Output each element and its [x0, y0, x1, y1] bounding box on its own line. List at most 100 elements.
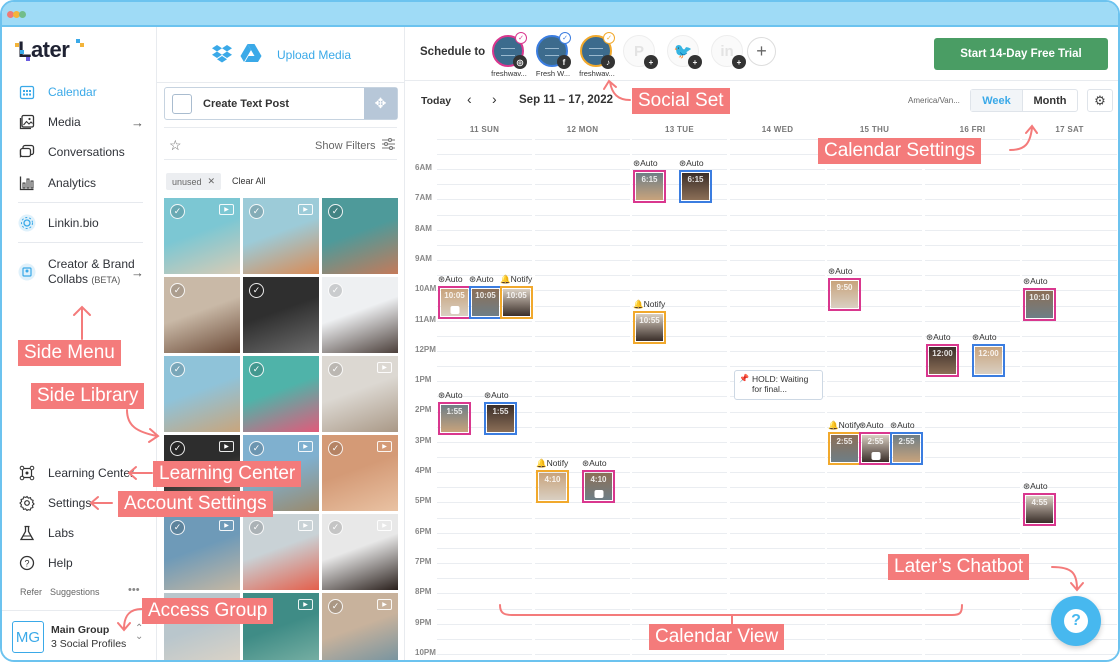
chevron-right-icon[interactable]: ›	[492, 91, 497, 107]
media-thumbnail[interactable]: ✓	[164, 277, 240, 353]
select-checkbox-icon[interactable]: ✓	[328, 599, 343, 614]
scheduled-post[interactable]: 2:55	[859, 432, 892, 466]
more-options-icon[interactable]: •••	[128, 584, 140, 596]
scheduled-post[interactable]: 10:10	[1023, 288, 1056, 322]
media-thumbnail[interactable]: ✓▶	[322, 356, 398, 432]
select-checkbox-icon[interactable]: ✓	[328, 520, 343, 535]
close-icon[interactable]: ✕	[208, 176, 216, 187]
select-checkbox-icon[interactable]: ✓	[249, 362, 264, 377]
media-thumbnail[interactable]: ✓▶	[322, 593, 398, 660]
scheduled-post[interactable]: 4:10	[536, 470, 569, 504]
media-thumbnail[interactable]: ✓▶	[322, 514, 398, 590]
social-profile-linkedin[interactable]: in +	[711, 35, 746, 69]
filter-chip-unused[interactable]: unused ✕	[166, 173, 222, 190]
google-drive-icon[interactable]	[240, 43, 262, 68]
chevron-left-icon[interactable]: ‹	[467, 91, 472, 107]
scheduled-post[interactable]: 12:00	[972, 343, 1005, 377]
select-checkbox-icon[interactable]: ✓	[249, 204, 264, 219]
dropbox-icon[interactable]	[211, 44, 233, 69]
media-thumbnail[interactable]: ✓	[322, 277, 398, 353]
scheduled-post[interactable]: 12:00	[926, 343, 959, 377]
access-group-switcher[interactable]: MG Main Group 3 Social Profiles ⌃ ⌄	[2, 610, 156, 660]
scheduled-post[interactable]: 4:55	[1023, 492, 1056, 526]
chatbot-button[interactable]: ?	[1051, 596, 1101, 646]
chevron-updown-icon[interactable]: ⌃ ⌄	[135, 624, 143, 642]
select-checkbox-icon[interactable]: ✓	[328, 441, 343, 456]
scheduled-post[interactable]: 2:55	[890, 432, 923, 466]
sidebar-item-labs[interactable]: Labs	[18, 521, 146, 545]
grid-line	[632, 608, 727, 610]
select-checkbox-icon[interactable]: ✓	[328, 204, 343, 219]
today-button[interactable]: Today	[421, 95, 451, 107]
grid-line	[1022, 154, 1117, 155]
check-icon: ✓	[603, 32, 615, 44]
social-profile-facebook[interactable]: ✓ f Fresh W...	[536, 32, 571, 78]
select-checkbox-icon[interactable]: ✓	[328, 362, 343, 377]
show-filters-button[interactable]: Show Filters	[315, 140, 376, 152]
clear-all-button[interactable]: Clear All	[232, 176, 266, 186]
filters-icon[interactable]	[382, 137, 395, 153]
scheduled-post[interactable]: 1:55	[438, 401, 471, 435]
scheduled-post[interactable]: 10:05	[500, 285, 533, 319]
add-profile-button[interactable]: +	[747, 37, 776, 66]
timezone-selector[interactable]: America/Van...	[908, 96, 960, 105]
scheduled-post[interactable]: 9:50	[828, 278, 861, 312]
grid-line	[730, 244, 825, 246]
scheduled-post[interactable]: 4:10	[582, 470, 615, 504]
sidebar-item-conversations[interactable]: Conversations	[18, 140, 146, 164]
month-view-button[interactable]: Month	[1023, 90, 1077, 111]
social-profile-pinterest[interactable]: P +	[623, 35, 658, 69]
suggestions-link[interactable]: Suggestions	[50, 587, 100, 597]
calendar-settings-gear-icon[interactable]: ⚙	[1087, 89, 1113, 112]
sidebar-item-analytics[interactable]: Analytics	[18, 171, 146, 195]
sidebar-item-learning-center[interactable]: Learning Center	[18, 461, 146, 485]
scheduled-post[interactable]: 6:15	[633, 169, 666, 203]
select-checkbox-icon[interactable]: ✓	[170, 441, 185, 456]
select-checkbox-icon[interactable]: ✓	[249, 283, 264, 298]
scheduled-post[interactable]: 2:55	[828, 432, 861, 466]
scheduled-post[interactable]: 1:55	[484, 401, 517, 435]
later-logo[interactable]: Later	[15, 37, 84, 63]
maximize-window-button[interactable]	[19, 11, 26, 18]
media-thumbnail[interactable]: ✓▶	[164, 198, 240, 274]
select-checkbox-icon[interactable]: ✓	[249, 441, 264, 456]
sidebar-item-media[interactable]: Media →	[18, 110, 146, 134]
media-thumbnail[interactable]: ✓▶	[243, 198, 319, 274]
media-thumbnail[interactable]: ✓	[243, 356, 319, 432]
media-thumbnail[interactable]: ✓	[243, 277, 319, 353]
sidebar-item-calendar[interactable]: Calendar	[18, 80, 146, 104]
start-trial-button[interactable]: Start 14-Day Free Trial	[934, 38, 1108, 70]
select-checkbox-icon[interactable]: ✓	[249, 520, 264, 535]
sidebar-item-collabs[interactable]: Creator & Brand Collabs (BETA) →	[18, 257, 146, 287]
star-icon[interactable]: ☆	[169, 137, 182, 154]
scheduled-post[interactable]: 10:55	[633, 310, 666, 344]
select-checkbox-icon[interactable]: ✓	[170, 204, 185, 219]
upload-media-button[interactable]: Upload Media	[277, 48, 351, 62]
week-view-button[interactable]: Week	[971, 90, 1023, 111]
media-thumbnail[interactable]: ✓	[164, 356, 240, 432]
post-mode-label: ⊛Auto	[972, 331, 997, 342]
annotation-account-settings: Account Settings	[118, 491, 273, 517]
media-thumbnail[interactable]: ✓	[322, 198, 398, 274]
select-checkbox-icon[interactable]: ✓	[170, 520, 185, 535]
scheduled-post[interactable]: 10:05	[469, 285, 502, 319]
social-profile-twitter[interactable]: 🐦 +	[667, 35, 702, 69]
post-time: 12:00	[932, 348, 953, 358]
hold-note[interactable]: 📌 HOLD: Waiting for final...	[734, 370, 823, 400]
create-text-post-button[interactable]: Create Text Post ✥	[164, 87, 398, 120]
select-checkbox-icon[interactable]: ✓	[170, 283, 185, 298]
media-thumbnail[interactable]: ✓▶	[164, 514, 240, 590]
drag-handle-icon[interactable]: ✥	[364, 88, 397, 119]
select-checkbox-icon[interactable]: ✓	[328, 283, 343, 298]
social-profile-instagram[interactable]: ✓ ◎ freshwav...	[491, 32, 527, 78]
sidebar-item-linkinbio[interactable]: Linkin.bio	[18, 211, 146, 235]
select-checkbox-icon[interactable]: ✓	[170, 362, 185, 377]
media-thumbnail[interactable]: ✓▶	[243, 514, 319, 590]
sidebar-item-help[interactable]: ? Help	[18, 551, 146, 575]
media-thumbnail[interactable]: ✓▶	[322, 435, 398, 511]
social-profile-tiktok[interactable]: ✓ ♪ freshwav...	[579, 32, 615, 78]
scheduled-post[interactable]: 10:05	[438, 285, 471, 319]
scheduled-post[interactable]: 6:15	[679, 169, 712, 203]
refer-link[interactable]: Refer	[20, 587, 42, 597]
grid-line	[925, 214, 1020, 216]
